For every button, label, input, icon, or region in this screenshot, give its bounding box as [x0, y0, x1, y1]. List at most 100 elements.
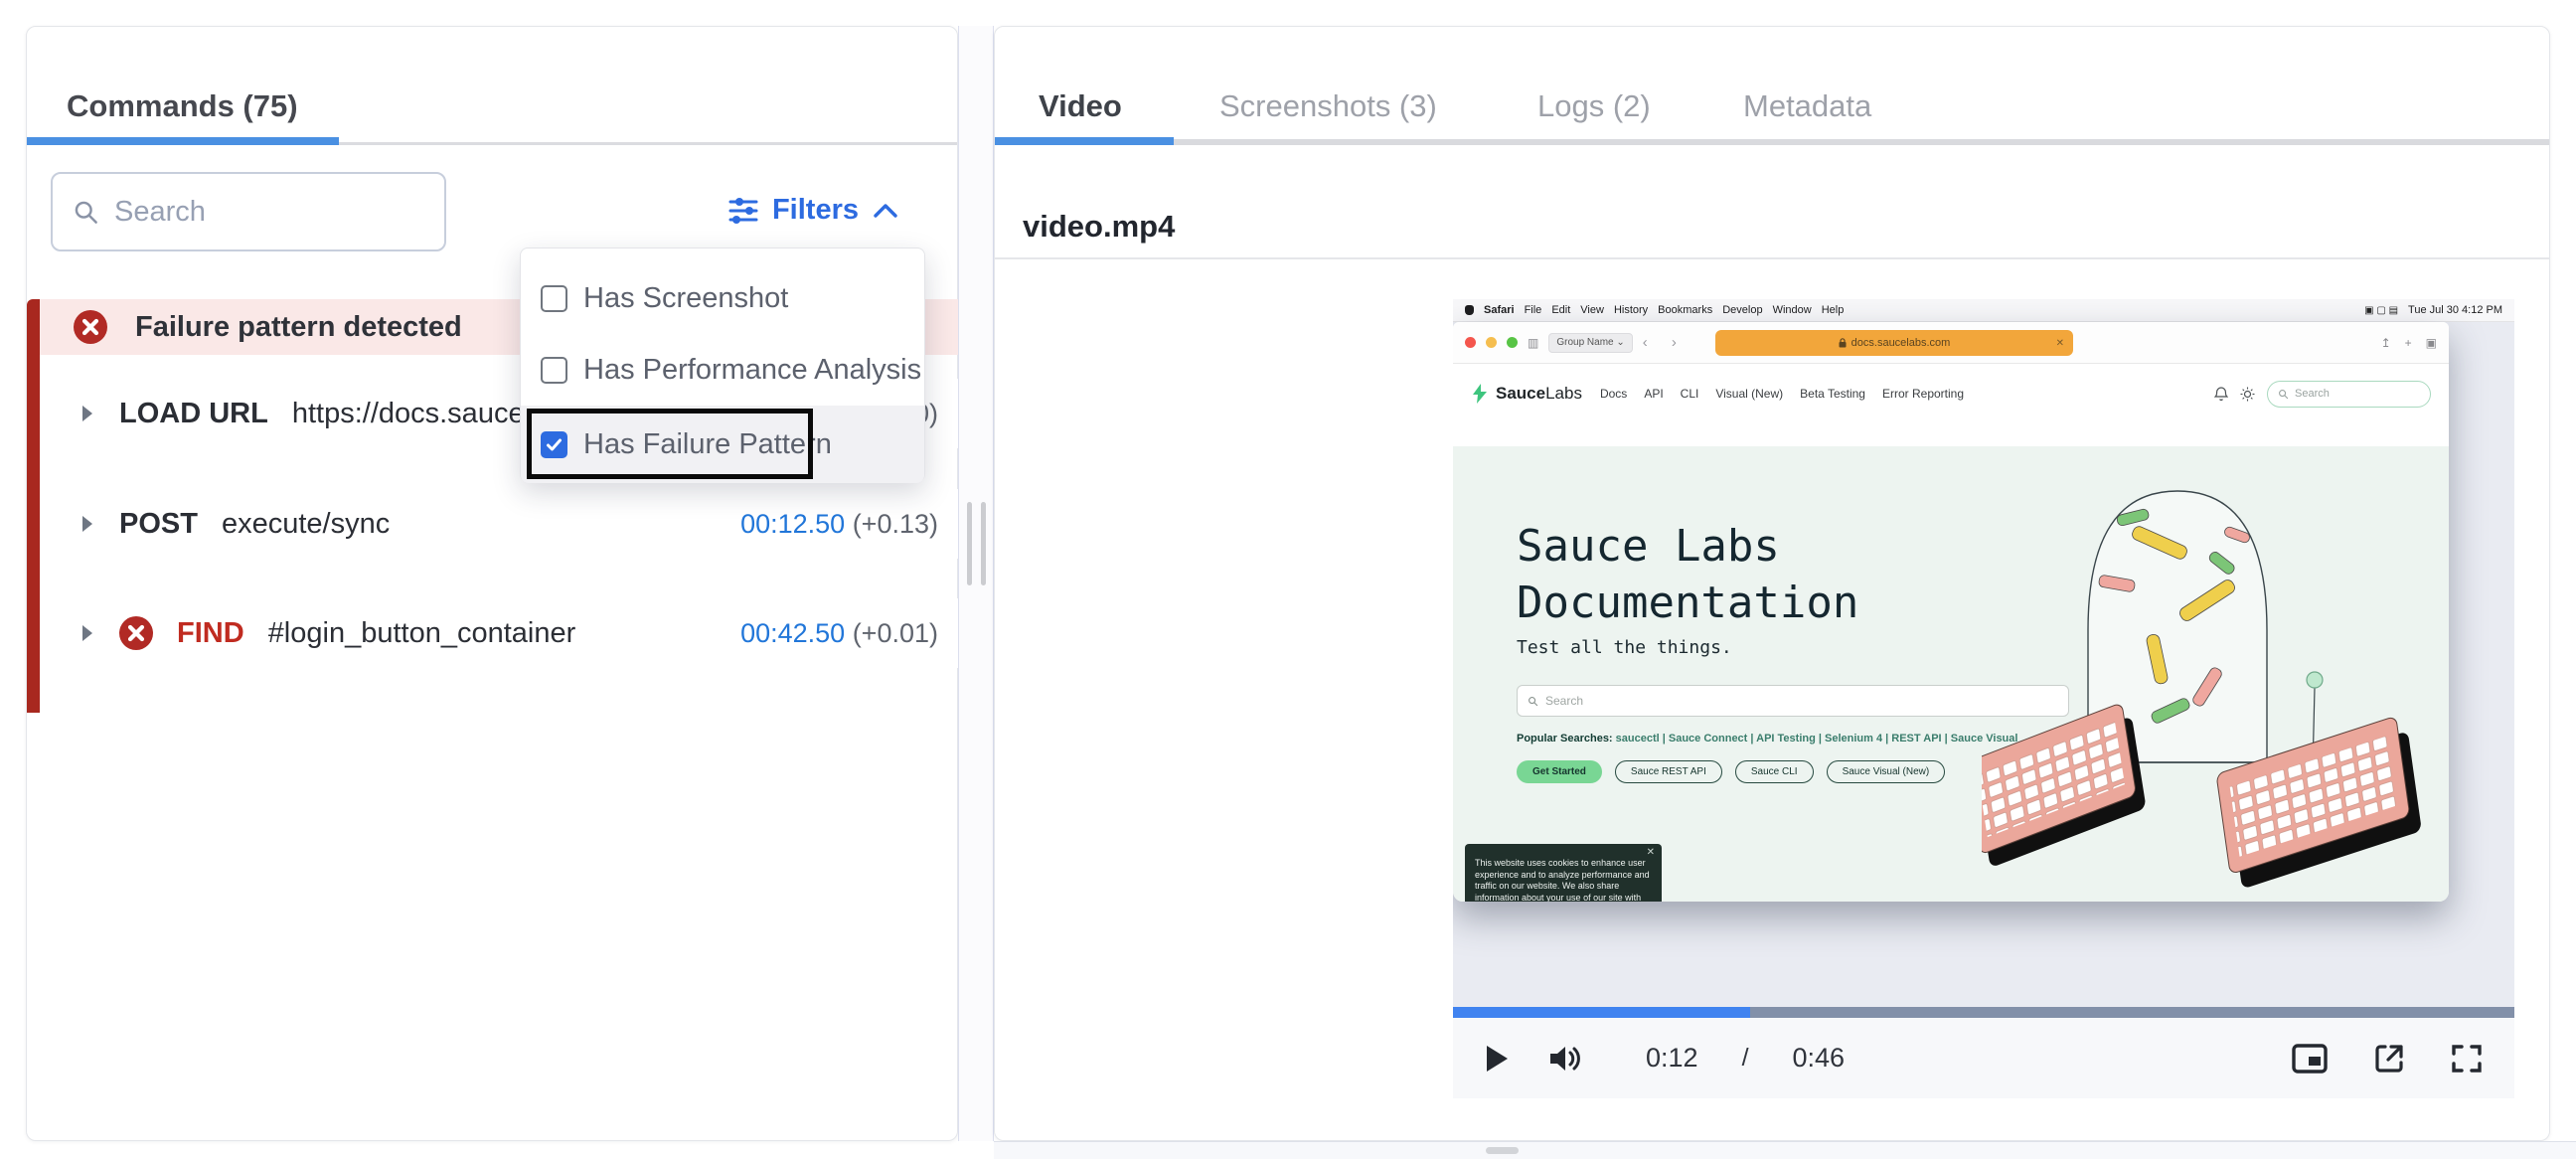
- close-window-icon: [1465, 337, 1476, 348]
- docs-search-placeholder: Search: [1545, 694, 1584, 708]
- play-button[interactable]: [1485, 1045, 1509, 1073]
- saucelabs-site-header: SauceLabs Docs API CLI Visual (New) Beta…: [1453, 364, 2449, 423]
- horizontal-scrollbar[interactable]: [994, 1141, 2576, 1159]
- checkbox-unchecked[interactable]: [541, 356, 567, 384]
- bell-icon: [2214, 386, 2228, 401]
- stop-loading-icon: ✕: [2055, 337, 2064, 349]
- expand-caret-icon[interactable]: [80, 514, 95, 534]
- volume-button[interactable]: [1548, 1044, 1582, 1074]
- address-text: docs.saucelabs.com: [1851, 337, 1951, 349]
- checkbox-checked[interactable]: [541, 430, 567, 458]
- filter-option-has-screenshot[interactable]: Has Screenshot: [521, 262, 924, 334]
- hero-title: Sauce Labs Documentation: [1517, 521, 1859, 628]
- filter-option-has-failure-pattern[interactable]: Has Failure Pattern: [521, 406, 924, 483]
- video-file-title: video.mp4: [1023, 209, 1176, 244]
- browser-toolbar: ▥ Group Name ⌄ ‹ › docs.saucelabs.com ✕ …: [1453, 322, 2449, 364]
- nav-item: Beta Testing: [1800, 387, 1865, 401]
- command-search-input[interactable]: Search: [51, 172, 446, 251]
- search-icon: [1529, 696, 1538, 706]
- expand-caret-icon[interactable]: [80, 623, 95, 643]
- hero-subtitle: Test all the things.: [1517, 637, 1732, 658]
- rest-api-button: Sauce REST API: [1614, 760, 1722, 783]
- menu-item: View: [1580, 304, 1604, 316]
- search-placeholder: Search: [114, 195, 206, 228]
- cookie-banner: ✕ This website uses cookies to enhance u…: [1465, 844, 1662, 902]
- popular-searches: Popular Searches: saucectl | Sauce Conne…: [1517, 733, 2017, 745]
- progress-fill: [1453, 1007, 1751, 1018]
- filters-button[interactable]: Filters: [727, 194, 899, 227]
- commands-panel: Commands (75) Search Filters Failure pat…: [26, 26, 958, 1141]
- video-frame[interactable]: Safari File Edit View History Bookmarks …: [1453, 299, 2514, 1007]
- system-tray-icons: ▣ ▢ ▤: [2364, 304, 2399, 316]
- tab-group-button: Group Name ⌄: [1548, 332, 1633, 353]
- nav-item: Error Reporting: [1881, 387, 1965, 401]
- command-timestamp-link[interactable]: 00:42.50: [740, 618, 845, 648]
- get-started-button: Get Started: [1517, 760, 1602, 783]
- command-value: #login_button_container: [267, 616, 576, 649]
- sidebar-icon: ▥: [1528, 335, 1539, 350]
- site-nav: Docs API CLI Visual (New) Beta Testing E…: [1600, 387, 1964, 401]
- fullscreen-button[interactable]: [2451, 1043, 2483, 1075]
- nav-item: Visual (New): [1715, 387, 1784, 401]
- tab-metadata[interactable]: Metadata: [1743, 88, 1871, 124]
- brand-light: Labs: [1545, 384, 1582, 403]
- filter-option-has-performance-analysis[interactable]: Has Performance Analysis: [521, 334, 924, 406]
- command-timestamp-link[interactable]: 00:12.50: [740, 509, 845, 539]
- command-row-post[interactable]: POST execute/sync 00:12.50 (+0.13): [40, 489, 958, 559]
- nav-item: API: [1644, 387, 1664, 401]
- section-divider: [995, 257, 2549, 259]
- command-method: POST: [119, 507, 198, 540]
- expand-caret-icon[interactable]: [80, 404, 95, 423]
- test-results-page: Commands (75) Search Filters Failure pat…: [0, 0, 2576, 1159]
- site-search-placeholder: Search: [2295, 388, 2330, 400]
- tab-screenshots[interactable]: Screenshots (3): [1219, 88, 1437, 124]
- nav-item: Docs: [1599, 387, 1628, 401]
- search-icon: [2279, 389, 2289, 399]
- address-bar: docs.saucelabs.com ✕: [1715, 330, 2073, 356]
- popular-links: saucectl | Sauce Connect | API Testing |…: [1615, 733, 2018, 745]
- current-time: 0:12: [1646, 1043, 1698, 1073]
- filters-icon: [728, 197, 758, 224]
- failure-banner-text: Failure pattern detected: [135, 310, 462, 343]
- tab-logs[interactable]: Logs (2): [1537, 88, 1651, 124]
- command-value: execute/sync: [221, 507, 391, 540]
- menu-item: File: [1524, 304, 1542, 316]
- menu-item: Safari: [1484, 304, 1515, 316]
- command-method-failed: FIND: [177, 616, 244, 649]
- active-tab-underline: [995, 137, 1174, 145]
- command-row-find[interactable]: FIND #login_button_container 00:42.50 (+…: [40, 598, 958, 668]
- visual-button: Sauce Visual (New): [1826, 760, 1946, 783]
- bolt-icon: [1473, 384, 1487, 404]
- active-tab-underline: [27, 137, 339, 145]
- saucelabs-logo: SauceLabs: [1471, 384, 1582, 404]
- tab-commands[interactable]: Commands (75): [67, 88, 298, 124]
- panel-resize-handle[interactable]: [958, 26, 994, 1141]
- filter-option-label: Has Screenshot: [583, 281, 789, 314]
- scrollbar-thumb[interactable]: [1486, 1147, 1519, 1154]
- video-player[interactable]: Safari File Edit View History Bookmarks …: [1453, 299, 2514, 1098]
- hero-buttons: Get Started Sauce REST API Sauce CLI Sau…: [1517, 760, 1946, 783]
- command-method: LOAD URL: [119, 397, 268, 429]
- tab-video[interactable]: Video: [1039, 88, 1122, 124]
- resize-grip-icon: [966, 502, 986, 585]
- open-in-new-button[interactable]: [2373, 1043, 2405, 1075]
- error-icon: [74, 310, 107, 344]
- failure-group-border: [27, 299, 40, 713]
- filters-label: Filters: [771, 194, 859, 226]
- filters-dropdown-menu: Has Screenshot Has Performance Analysis …: [520, 248, 925, 483]
- nav-item: CLI: [1680, 387, 1699, 401]
- minimize-window-icon: [1486, 337, 1497, 348]
- menu-item: Window: [1772, 304, 1812, 316]
- menu-item: Help: [1821, 304, 1845, 316]
- video-progress-bar[interactable]: [1453, 1007, 2514, 1018]
- checkbox-unchecked[interactable]: [541, 284, 567, 312]
- lock-icon: [1839, 338, 1847, 348]
- command-delta: (+0.01): [845, 617, 938, 648]
- filter-option-label: Has Performance Analysis: [583, 353, 922, 386]
- safari-window: ▥ Group Name ⌄ ‹ › docs.saucelabs.com ✕ …: [1453, 322, 2449, 902]
- picture-in-picture-button[interactable]: [2292, 1043, 2328, 1074]
- close-icon[interactable]: ✕: [1647, 847, 1655, 859]
- docs-hero-section: Sauce Labs Documentation Test all the th…: [1453, 446, 2449, 902]
- chevron-up-icon: [874, 203, 897, 218]
- menu-item: Develop: [1722, 304, 1763, 316]
